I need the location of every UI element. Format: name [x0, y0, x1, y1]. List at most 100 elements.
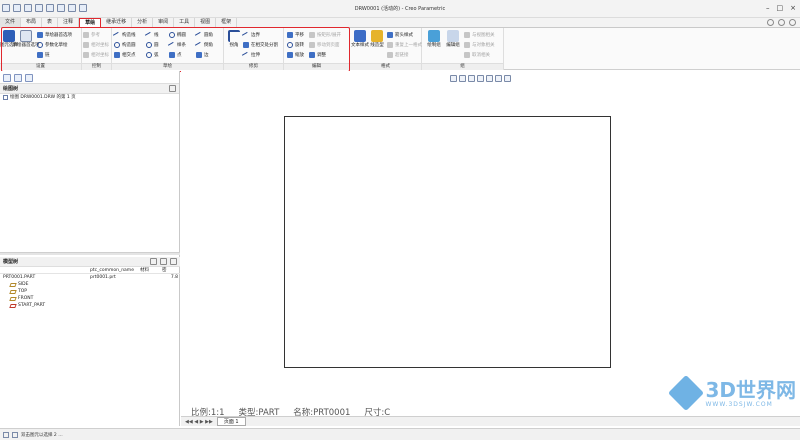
model-tree-header[interactable]: 模型树	[0, 257, 180, 267]
rect-expand-button[interactable]: 按矩形/展开	[309, 30, 341, 39]
point-button[interactable]: 点	[169, 50, 186, 59]
repeat-format-button[interactable]: 重复上一格式	[387, 40, 422, 49]
relative-coord-button-2[interactable]: 相对坐标	[83, 50, 109, 59]
sketch-preferences-big-button[interactable]: 草绘器首选项	[13, 30, 40, 48]
edge-button[interactable]: 边	[196, 50, 213, 59]
navigator-tabs	[0, 71, 179, 84]
column-density[interactable]: 密	[162, 267, 180, 273]
unrelate-button[interactable]: 取消相关	[464, 50, 495, 59]
tab-review[interactable]: 审阅	[153, 18, 175, 28]
text-style-button[interactable]: 文本样式	[351, 30, 369, 48]
unrelate-icon	[464, 51, 470, 58]
tab-view[interactable]: 视图	[195, 18, 217, 28]
column-common-name[interactable]: ptc_common_name	[90, 267, 140, 273]
feature-row-top[interactable]: TOP	[0, 288, 180, 295]
parametric-sketch-button[interactable]: 参数化草绘	[37, 40, 72, 49]
sheet-nav-arrows-icon[interactable]: ◀◀ ◀ ▶ ▶▶	[185, 419, 213, 425]
spline-button[interactable]: 样条	[167, 40, 186, 51]
panel-splitter[interactable]	[0, 252, 180, 255]
adjust-button[interactable]: 调整	[309, 50, 341, 59]
drawing-tree-header[interactable]: 绘图树	[0, 84, 179, 94]
construction-circle-button[interactable]: 构造圆	[114, 40, 136, 49]
relate-view-button[interactable]: 与视图相关	[464, 30, 495, 39]
folder-browser-icon[interactable]	[14, 74, 22, 82]
parametric-icon	[37, 41, 43, 48]
line-button[interactable]: 线	[144, 30, 159, 41]
show-icon[interactable]	[150, 258, 157, 265]
help-icon[interactable]	[778, 19, 785, 26]
filter-icon[interactable]	[160, 258, 167, 265]
group-label-edit: 编辑	[284, 63, 349, 70]
refit-icon[interactable]	[450, 75, 457, 82]
favorites-icon[interactable]	[25, 74, 33, 82]
toggle-browser-icon[interactable]	[12, 431, 18, 438]
corner-button[interactable]: 拐角	[226, 30, 242, 48]
feature-row-front[interactable]: FRONT	[0, 295, 180, 302]
maximize-icon[interactable]: □	[777, 4, 784, 12]
annotation-display-icon[interactable]	[504, 75, 511, 82]
circle-button[interactable]: 圆	[146, 40, 159, 49]
tab-file[interactable]: 文件	[0, 18, 22, 28]
rotate-button[interactable]: 旋转	[287, 40, 304, 49]
chamfer-button[interactable]: 倒角	[194, 40, 213, 51]
rect-expand-icon	[309, 31, 315, 38]
relate-view-icon	[464, 31, 470, 38]
tab-tools[interactable]: 工具	[174, 18, 196, 28]
sheet-tab-1[interactable]: 页面 1	[216, 417, 246, 426]
construction-line-icon	[112, 31, 122, 41]
edit-group-button[interactable]: 编辑组	[445, 30, 461, 48]
arrow-style-button[interactable]: 箭头样式	[387, 30, 422, 39]
column-material[interactable]: 材料	[140, 267, 162, 273]
model-tree-tab-icon[interactable]	[3, 74, 11, 82]
draw-group-button[interactable]: 绘制组	[426, 30, 442, 48]
settings-icon[interactable]	[789, 19, 796, 26]
zoom-in-icon[interactable]	[459, 75, 466, 82]
tab-layout[interactable]: 布局	[21, 18, 43, 28]
move-to-sheet-button[interactable]: 移动到页面	[309, 40, 341, 49]
ellipse-button[interactable]: 椭圆	[169, 30, 186, 39]
toggle-navigator-icon[interactable]	[3, 431, 9, 438]
tab-table[interactable]: 表	[42, 18, 59, 28]
chain-button[interactable]: 链	[37, 50, 72, 59]
display-style-icon[interactable]	[486, 75, 493, 82]
hyperlink-button[interactable]: 超链接	[387, 50, 422, 59]
relate-object-button[interactable]: 与对象相关	[464, 40, 495, 49]
drawing-tree-item[interactable]: 绘图 DRW0001.DRW 的第 1 页	[0, 94, 179, 101]
coordinate-system-icon	[9, 303, 17, 308]
minimize-icon[interactable]: –	[766, 4, 770, 12]
reference-button[interactable]: 参考	[83, 30, 109, 39]
tab-annotate[interactable]: 注释	[58, 18, 80, 28]
graphics-area[interactable]: 比例:1:1 类型:PART 名称:PRT0001 尺寸:C 3D世界网 WWW…	[181, 71, 800, 418]
split-at-intersection-button[interactable]: 在相交处分割	[243, 40, 278, 49]
edit-group-icon	[447, 30, 459, 42]
intersection-point-button[interactable]: 相交点	[114, 50, 136, 59]
arc-button[interactable]: 弧	[146, 50, 159, 59]
line-style-button[interactable]: 线造型	[369, 30, 385, 48]
tab-legacy-migration[interactable]: 继承迁移	[101, 18, 133, 28]
translate-button[interactable]: 平移	[287, 30, 304, 39]
boundary-button[interactable]: 边界	[241, 30, 278, 41]
datum-display-icon[interactable]	[495, 75, 502, 82]
datum-plane-icon	[9, 289, 17, 294]
scale-button[interactable]: 缩放	[287, 50, 304, 59]
construction-line-button[interactable]: 构造线	[112, 30, 136, 41]
search-icon[interactable]	[767, 19, 774, 26]
sketcher-preferences-button[interactable]: 草绘器首选项	[37, 30, 72, 39]
tab-frame[interactable]: 框架	[216, 18, 238, 28]
feature-row-side[interactable]: SIDE	[0, 281, 180, 288]
zoom-out-icon[interactable]	[468, 75, 475, 82]
tree-settings-icon[interactable]	[169, 85, 176, 92]
group-label-format: 格式	[350, 63, 421, 70]
fillet-button[interactable]: 圆角	[194, 30, 213, 41]
tab-analysis[interactable]: 分析	[132, 18, 154, 28]
close-icon[interactable]: ×	[790, 4, 796, 12]
model-root-row[interactable]: PRT0001.PART prt0001.prt 7.8	[0, 274, 180, 281]
stretch-button[interactable]: 拉伸	[241, 50, 278, 61]
model-tree-settings-icon[interactable]	[170, 258, 177, 265]
feature-row-start-part[interactable]: START_PART	[0, 302, 180, 309]
group-label-group: 组	[422, 63, 503, 70]
tab-sketch[interactable]: 草绘	[79, 18, 102, 28]
group-sketch: 构造线 构造圆 相交点 线 圆 弧 椭圆 样条 点 圆角 倒角 边 草绘	[112, 28, 224, 70]
relative-coord-button[interactable]: 相对坐标	[83, 40, 109, 49]
repaint-icon[interactable]	[477, 75, 484, 82]
